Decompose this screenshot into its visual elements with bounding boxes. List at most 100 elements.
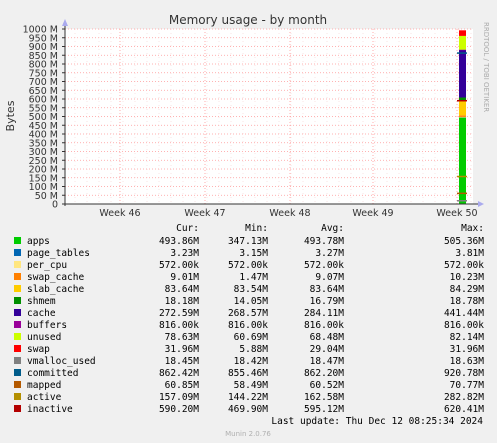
legend-swatch — [14, 405, 21, 412]
x-tick-labels: Week 46 Week 47 Week 48 Week 49 Week 50 — [99, 208, 477, 219]
legend-value: 31.96M — [450, 344, 485, 355]
legend-row-unused: unused 78.63M 60.69M 68.48M 82.14M — [14, 332, 484, 343]
legend-row-shmem: shmem 18.18M 14.05M 16.79M 18.78M — [14, 296, 484, 307]
legend-value: 595.12M — [304, 404, 344, 415]
area-buffers — [459, 49, 466, 51]
legend-value: 3.15M — [239, 248, 268, 259]
legend-row-per_cpu: per_cpu 572.00k 572.00k 572.00k 572.00k — [14, 260, 484, 271]
y-tick-label: 1000 M — [23, 25, 58, 36]
legend-label: buffers — [27, 320, 67, 331]
legend-label: vmalloc_used — [27, 356, 96, 367]
x-tick-label: Week 48 — [269, 208, 310, 219]
legend-label: shmem — [27, 296, 56, 307]
legend-value: 144.22M — [228, 392, 268, 403]
legend-value: 14.05M — [234, 296, 269, 307]
area-swap_cache — [459, 115, 466, 117]
munin-version: Munin 2.0.76 — [225, 430, 271, 438]
legend-value: 84.29M — [450, 284, 485, 295]
x-tick-label: Week 46 — [99, 208, 140, 219]
legend-row-mapped: mapped 60.85M 58.49M 60.52M 70.77M — [14, 380, 484, 391]
legend-value: 469.90M — [228, 404, 268, 415]
legend-label: active — [27, 392, 62, 403]
legend-value: 60.85M — [165, 380, 200, 391]
legend-value: 572.00k — [159, 260, 199, 271]
legend-value: 18.78M — [450, 296, 485, 307]
legend-row-buffers: buffers 816.00k 816.00k 816.00k 816.00k — [14, 320, 484, 331]
legend-value: 162.58M — [304, 392, 344, 403]
legend-swatch — [14, 249, 21, 256]
legend-value: 18.18M — [165, 296, 200, 307]
legend-value: 590.20M — [159, 404, 199, 415]
legend-label: swap — [27, 344, 50, 355]
legend-row-apps: apps 493.86M 347.13M 493.78M 505.36M — [14, 236, 484, 247]
legend-value: 572.00k — [444, 260, 484, 271]
legend-value: 347.13M — [228, 236, 268, 247]
legend-swatch — [14, 393, 21, 400]
legend-value: 920.78M — [444, 368, 484, 379]
legend-value: 816.00k — [444, 320, 484, 331]
legend-value: 9.01M — [170, 272, 199, 283]
legend-value: 282.82M — [444, 392, 484, 403]
legend-swatch — [14, 285, 21, 292]
y-axis-label: Bytes — [4, 100, 17, 131]
legend-value: 862.42M — [159, 368, 199, 379]
legend-value: 493.78M — [304, 236, 344, 247]
rrdtool-watermark: RRDTOOL / TOBI OETIKER — [482, 22, 490, 112]
area-per_cpu — [459, 116, 466, 118]
legend-row-swap_cache: swap_cache 9.01M 1.47M 9.07M 10.23M — [14, 272, 484, 283]
legend-swatch — [14, 381, 21, 388]
legend-row-vmalloc_used: vmalloc_used 18.45M 18.42M 18.47M 18.63M — [14, 356, 484, 367]
legend-value: 572.00k — [228, 260, 268, 271]
legend-label: apps — [27, 236, 50, 247]
legend-value: 816.00k — [228, 320, 268, 331]
legend-value: 70.77M — [450, 380, 485, 391]
legend-value: 572.00k — [304, 260, 344, 271]
legend-value: 83.64M — [165, 284, 200, 295]
legend-value: 18.42M — [234, 356, 269, 367]
area-unused — [459, 35, 466, 50]
legend-column-header: Avg: — [321, 223, 344, 234]
legend-value: 3.23M — [170, 248, 199, 259]
legend-label: page_tables — [27, 248, 90, 259]
memory-usage-chart: Memory usage - by month RRDTOOL / TOBI O… — [4, 13, 490, 438]
area-cache — [459, 49, 466, 98]
legend-value: 58.49M — [234, 380, 269, 391]
legend-label: mapped — [27, 380, 61, 391]
legend-value: 157.09M — [159, 392, 199, 403]
area-swap — [459, 30, 466, 36]
x-tick-label: Week 50 — [436, 208, 477, 219]
legend-swatch — [14, 237, 21, 244]
legend-label: inactive — [27, 404, 73, 415]
legend-column-header: Cur: — [176, 223, 199, 234]
legend-label: slab_cache — [27, 284, 84, 295]
legend-swatch — [14, 357, 21, 364]
legend-row-swap: swap 31.96M 5.88M 29.04M 31.96M — [14, 344, 484, 355]
legend-swatch — [14, 297, 21, 304]
legend-value: 620.41M — [444, 404, 484, 415]
legend-value: 855.46M — [228, 368, 268, 379]
legend-label: swap_cache — [27, 272, 84, 283]
legend-row-slab_cache: slab_cache 83.64M 83.54M 83.64M 84.29M — [14, 284, 484, 295]
legend-value: 60.52M — [310, 380, 345, 391]
legend-value: 272.59M — [159, 308, 199, 319]
legend-column-header: Max: — [461, 223, 484, 234]
legend-value: 441.44M — [444, 308, 484, 319]
legend-value: 78.63M — [165, 332, 200, 343]
legend-value: 284.11M — [304, 308, 344, 319]
legend-value: 18.63M — [450, 356, 485, 367]
legend-row-inactive: inactive 590.20M 469.90M 595.12M 620.41M — [14, 404, 484, 415]
legend-value: 29.04M — [310, 344, 345, 355]
legend-label: cache — [27, 308, 56, 319]
legend-header: Cur: Min: Avg: Max: — [176, 223, 484, 234]
legend-value: 10.23M — [450, 272, 485, 283]
legend-row-cache: cache 272.59M 268.57M 284.11M 441.44M — [14, 308, 484, 319]
legend-row-active: active 157.09M 144.22M 162.58M 282.82M — [14, 392, 484, 403]
y-axis-arrow — [62, 19, 68, 26]
y-tick-labels: 050 M100 M150 M200 M250 M300 M350 M400 M… — [23, 25, 58, 211]
legend-value: 493.86M — [159, 236, 199, 247]
legend-value: 862.20M — [304, 368, 344, 379]
legend-value: 16.79M — [310, 296, 345, 307]
chart-title: Memory usage - by month — [169, 13, 327, 27]
legend-value: 68.48M — [310, 332, 345, 343]
legend-value: 816.00k — [304, 320, 344, 331]
